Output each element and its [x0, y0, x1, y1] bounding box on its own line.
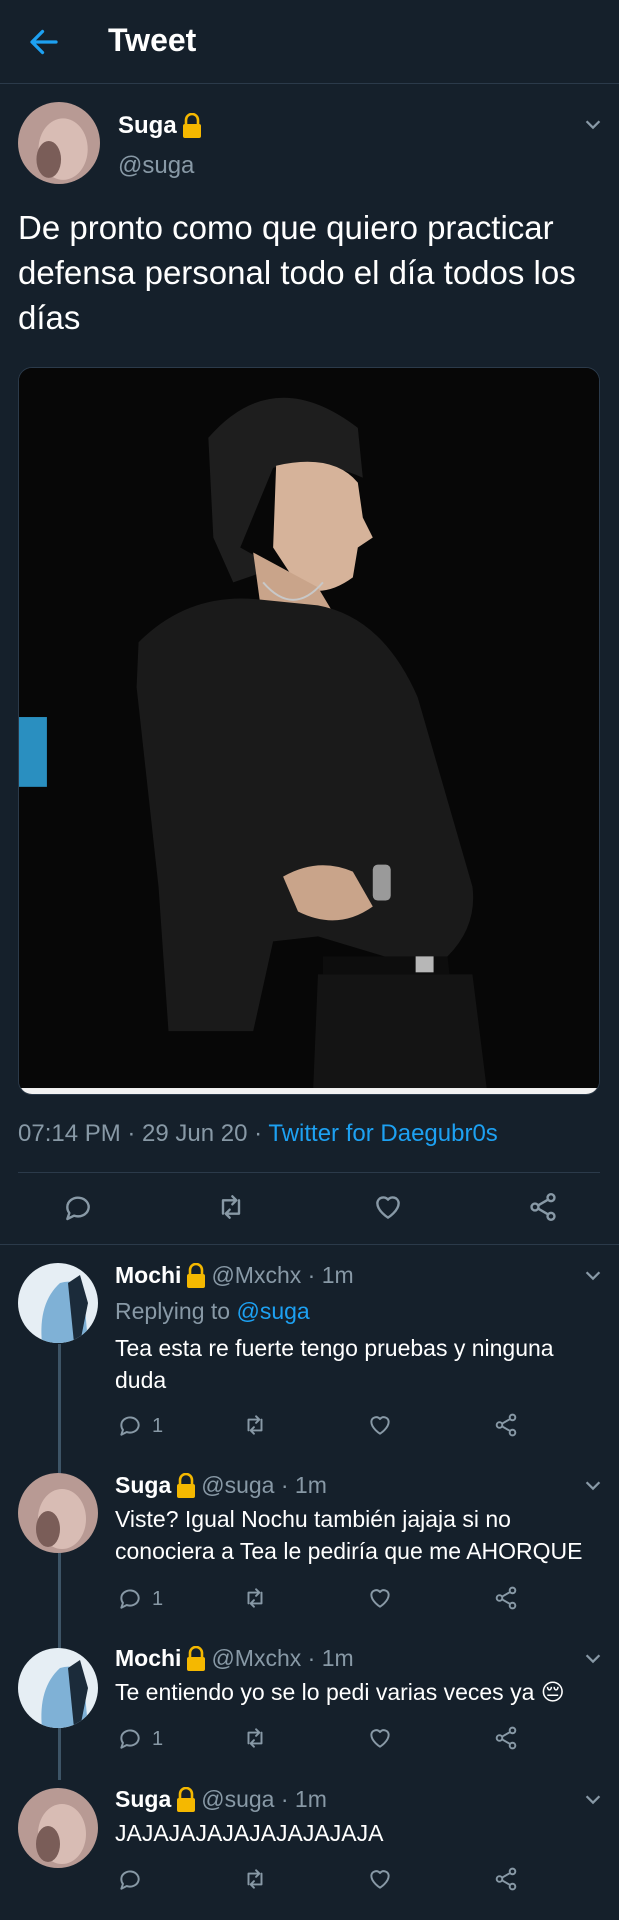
chevron-down-icon[interactable]: [582, 1264, 604, 1286]
reply-icon: [120, 1870, 140, 1890]
share-icon: [495, 1413, 517, 1437]
retweet-button[interactable]: [242, 1725, 268, 1751]
retweet-button[interactable]: [242, 1866, 268, 1892]
reply-button[interactable]: [117, 1585, 143, 1611]
reply-button[interactable]: [117, 1866, 143, 1892]
reply-icon: [66, 1196, 90, 1221]
chevron-down-icon[interactable]: [582, 1647, 604, 1669]
share-button[interactable]: [493, 1585, 519, 1611]
reply-button[interactable]: [117, 1725, 143, 1751]
like-button[interactable]: [367, 1725, 393, 1751]
lock-icon: [187, 1262, 206, 1288]
avatar[interactable]: [18, 1788, 98, 1868]
avatar[interactable]: [18, 1473, 98, 1553]
tweet-photo[interactable]: [18, 367, 600, 1095]
like-icon: [376, 1196, 400, 1219]
like-icon: [370, 1870, 390, 1889]
reply-count: 1: [152, 1728, 164, 1750]
tweet-text: De pronto como que quiero practicar defe…: [18, 209, 576, 336]
lock-icon: [182, 113, 201, 138]
lock-icon: [187, 1645, 206, 1671]
retweet-button[interactable]: [215, 1191, 247, 1223]
retweet-icon: [247, 1588, 263, 1608]
reply-text: Viste? Igual Nochu también jajaja si no …: [115, 1506, 583, 1564]
reply-icon: [120, 1416, 140, 1436]
like-icon: [370, 1416, 390, 1435]
retweet-button[interactable]: [242, 1412, 268, 1438]
share-icon: [530, 1193, 556, 1221]
reply-text: Te entiendo yo se lo pedi varias veces y…: [115, 1679, 565, 1705]
author-handle[interactable]: @suga: [118, 152, 194, 180]
reply-author[interactable]: Mochi @Mxchx · 1m: [115, 1645, 354, 1672]
chevron-down-icon[interactable]: [582, 1474, 604, 1496]
author-name[interactable]: Suga: [118, 112, 203, 140]
retweet-icon: [247, 1415, 263, 1435]
reply-button[interactable]: [117, 1412, 143, 1438]
reply-author[interactable]: Mochi @Mxchx · 1m: [115, 1262, 354, 1289]
share-button[interactable]: [493, 1866, 519, 1892]
retweet-button[interactable]: [242, 1585, 268, 1611]
lock-icon: [177, 1786, 196, 1812]
reply-author[interactable]: Suga @suga · 1m: [115, 1786, 327, 1813]
share-icon: [495, 1586, 517, 1610]
reply-count: 1: [152, 1588, 164, 1610]
reply-text: Tea esta re fuerte tengo pruebas y ningu…: [115, 1335, 554, 1393]
source-link[interactable]: Twitter for Daegubr0s: [268, 1120, 497, 1147]
tweet-meta: 07:14 PM · 29 Jun 20 · Twitter for Daegu…: [18, 1120, 498, 1148]
like-button[interactable]: [367, 1412, 393, 1438]
like-icon: [370, 1729, 390, 1748]
reply-text: JAJAJAJAJAJAJAJAJAJA: [115, 1820, 384, 1846]
avatar[interactable]: [18, 102, 100, 184]
like-icon: [370, 1589, 390, 1608]
avatar[interactable]: [18, 1263, 98, 1343]
timestamp: 07:14 PM · 29 Jun 20 ·: [18, 1120, 269, 1147]
share-button[interactable]: [493, 1412, 519, 1438]
retweet-icon: [221, 1195, 241, 1219]
retweet-icon: [247, 1728, 263, 1748]
divider: [18, 1172, 600, 1173]
like-button[interactable]: [367, 1866, 393, 1892]
page-title: Tweet: [108, 22, 197, 58]
reply-count: 1: [152, 1415, 164, 1437]
reply-icon: [120, 1729, 140, 1749]
replying-to: Replying to @suga: [115, 1298, 310, 1324]
like-button[interactable]: [372, 1191, 404, 1223]
chevron-down-icon[interactable]: [582, 113, 604, 135]
reply-button[interactable]: [62, 1191, 94, 1223]
divider: [0, 1244, 619, 1245]
retweet-icon: [247, 1869, 263, 1889]
reply-author[interactable]: Suga @suga · 1m: [115, 1472, 327, 1499]
share-button[interactable]: [527, 1191, 559, 1223]
chevron-down-icon[interactable]: [582, 1788, 604, 1810]
top-bar: Tweet: [0, 0, 619, 84]
share-icon: [495, 1726, 517, 1750]
lock-icon: [177, 1472, 196, 1498]
like-button[interactable]: [367, 1585, 393, 1611]
arrow-left-icon[interactable]: [26, 24, 62, 60]
reply-icon: [120, 1589, 140, 1609]
share-icon: [495, 1867, 517, 1891]
share-button[interactable]: [493, 1725, 519, 1751]
avatar[interactable]: [18, 1648, 98, 1728]
